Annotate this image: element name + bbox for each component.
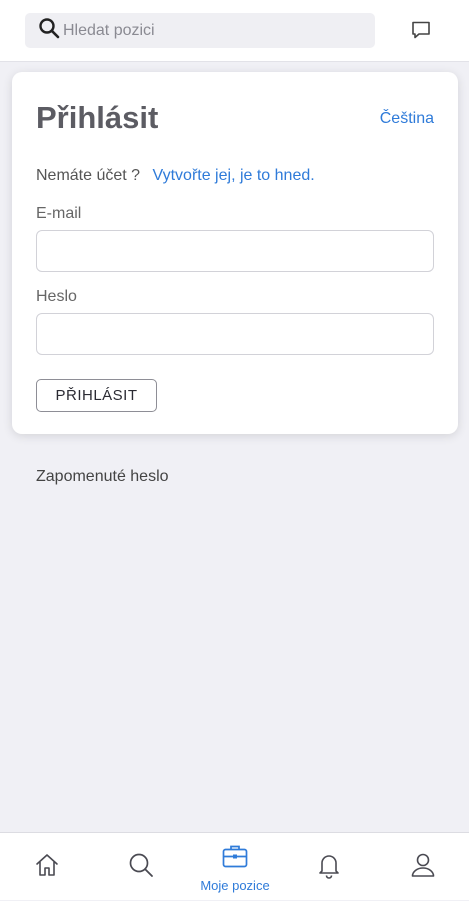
page-title: Přihlásit: [36, 100, 159, 135]
email-field[interactable]: [36, 230, 434, 272]
password-label: Heslo: [36, 288, 77, 305]
nav-item-search[interactable]: [94, 833, 188, 901]
nav-item-notifications[interactable]: [282, 833, 376, 901]
email-label: E-mail: [36, 205, 82, 222]
bell-icon: [314, 850, 344, 885]
password-field[interactable]: [36, 313, 434, 355]
search-icon: [126, 850, 156, 885]
search-icon: [37, 16, 61, 45]
chat-icon: [410, 19, 432, 46]
forgot-password-link[interactable]: Zapomenuté heslo: [36, 468, 169, 486]
home-icon: [32, 850, 62, 885]
login-button[interactable]: PŘIHLÁSIT: [36, 379, 157, 412]
login-card: Přihlásit Čeština Nemáte účet ? Vytvořte…: [12, 72, 458, 434]
search-input[interactable]: [63, 21, 353, 40]
language-selector[interactable]: Čeština: [380, 110, 434, 128]
no-account-row: Nemáte účet ? Vytvořte jej, je to hned.: [36, 167, 315, 185]
bottom-navigation: Moje pozice: [0, 832, 469, 900]
nav-item-home[interactable]: [0, 833, 94, 901]
chat-button[interactable]: [408, 19, 434, 45]
user-icon: [408, 850, 438, 885]
nav-item-label: Moje pozice: [200, 878, 270, 893]
search-bar[interactable]: [25, 13, 375, 48]
briefcase-icon: [220, 841, 250, 876]
nav-item-my-positions[interactable]: Moje pozice: [188, 833, 282, 901]
top-bar: [0, 0, 469, 62]
nav-item-profile[interactable]: [376, 833, 469, 901]
no-account-text: Nemáte účet ?: [36, 167, 141, 184]
create-account-link[interactable]: Vytvořte jej, je to hned.: [153, 167, 315, 184]
